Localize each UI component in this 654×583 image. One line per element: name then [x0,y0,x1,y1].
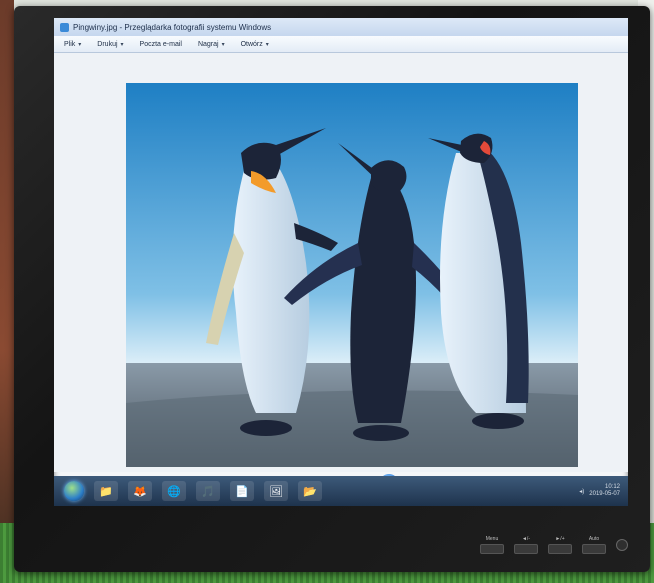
button-key [480,544,504,554]
menu-print[interactable]: Drukuj ▾ [97,41,123,48]
monitor-bezel: Pingwiny.jpg - Przeglądarka fotografii s… [14,6,650,572]
monitor-minus-label: ◄/- [521,536,530,542]
menu-file-label: Plik [64,40,76,48]
window-title: Pingwiny.jpg - Przeglądarka fotografii s… [73,22,272,32]
monitor-auto-label: Auto [588,536,600,542]
taskbar-media-icon[interactable]: 🎵 [196,481,220,501]
clock[interactable]: 10:12 2019-05-07 [589,484,620,498]
photo-viewer-icon [60,22,69,32]
clock-time: 10:12 [604,484,620,490]
taskbar-firefox-icon[interactable]: 🦊 [128,481,152,501]
menu-print-label: Drukuj [97,40,118,48]
monitor-plus-button[interactable]: ►/+ [548,536,572,554]
room-wall-left [0,0,14,583]
volume-icon[interactable]: ◂) [579,488,584,495]
window-titlebar: Pingwiny.jpg - Przeglądarka fotografii s… [54,18,628,36]
chevron-down-icon: ▾ [265,41,269,48]
menu-burn-label: Nagraj [197,40,219,48]
chevron-down-icon: ▾ [221,41,225,48]
notification-area: ◂) 10:12 2019-05-07 [579,484,620,498]
penguins-image [126,83,578,467]
start-button[interactable] [64,481,84,501]
taskbar-chrome-icon[interactable]: 🌐 [162,481,186,501]
monitor-menu-button[interactable]: Menu [480,536,504,554]
monitor-minus-button[interactable]: ◄/- [514,536,538,554]
menu-email-label: Poczta e-mail [139,40,182,48]
menu-file[interactable]: Plik ▾ [64,41,81,48]
taskbar-document-icon[interactable]: 📄 [230,481,254,501]
penguins-photo[interactable] [126,83,578,467]
windows-taskbar: 📁 🦊 🌐 🎵 📄 🖼 📂 ◂) 10:12 2019-05-07 [54,476,628,506]
menu-email[interactable]: Poczta e-mail [140,41,182,48]
image-viewer-area [54,53,628,472]
monitor-menu-label: Menu [485,536,499,542]
menu-burn[interactable]: Nagraj ▾ [198,41,225,48]
chevron-down-icon: ▾ [78,41,82,48]
monitor-screen: Pingwiny.jpg - Przeglądarka fotografii s… [54,18,628,506]
clock-date: 2019-05-07 [589,491,620,497]
button-key [548,544,572,554]
menu-bar: Plik ▾ Drukuj ▾ Poczta e-mail Nagraj ▾ O… [54,36,628,53]
button-key [514,544,538,554]
button-key [582,544,606,554]
taskbar-folder-icon[interactable]: 📂 [298,481,322,501]
monitor-buttons: Menu ◄/- ►/+ Auto [480,536,628,554]
monitor-auto-button[interactable]: Auto [582,536,606,554]
menu-open-label: Otwórz [240,40,263,48]
monitor-plus-label: ►/+ [555,536,565,542]
power-button[interactable] [616,539,628,551]
chevron-down-icon: ▾ [120,41,124,48]
menu-open[interactable]: Otwórz ▾ [241,41,269,48]
taskbar-photo-icon[interactable]: 🖼 [264,481,288,501]
taskbar-explorer-icon[interactable]: 📁 [94,481,118,501]
